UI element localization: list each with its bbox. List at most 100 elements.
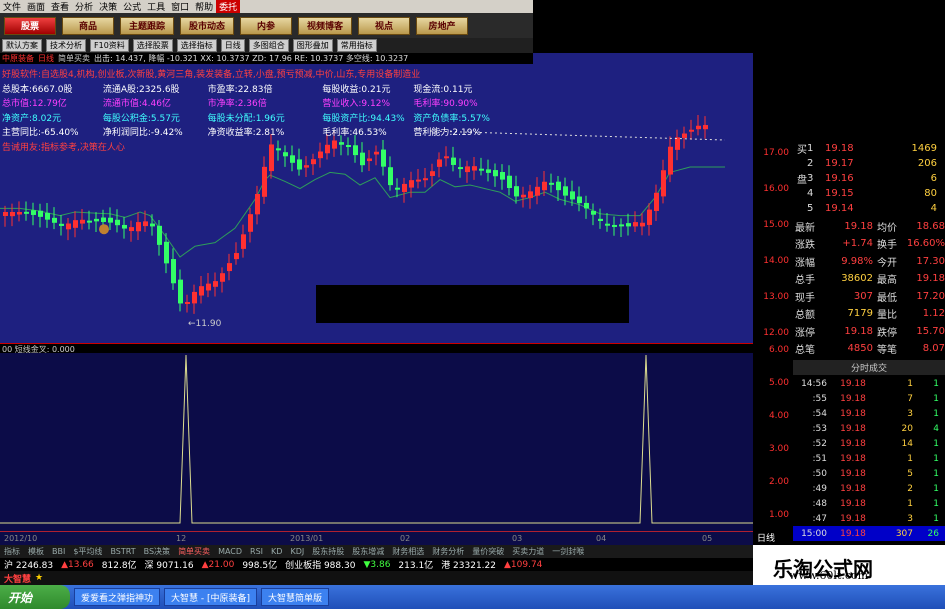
nav-bar: 股票 商品 主题跟踪 股市动态 内参 视频博客 视点 房地产 (0, 13, 533, 38)
index-item: 港 23321.22 (441, 561, 496, 571)
date-tick: 2012/10 (4, 534, 38, 543)
indicator-tick: 6.00 (768, 345, 789, 355)
nav-button-4[interactable]: 内参 (240, 16, 293, 35)
nav-button-3[interactable]: 股市动态 (180, 16, 235, 35)
indicator-chart[interactable] (0, 353, 753, 531)
indicator-tab[interactable]: RSI (250, 547, 263, 556)
book-volume: 6 (930, 172, 937, 184)
app-logo: 大智慧 (4, 574, 32, 585)
fundamentals-row: 主营同比:-65.40% 净利润同比:-9.42% 净资收益率:2.81% 毛利率:4… (2, 126, 532, 141)
menu-item-6[interactable]: 工具 (144, 0, 168, 13)
fundamentals-cell: 每股未分配:1.96元 (207, 113, 285, 124)
trade-time: :52 (812, 438, 827, 449)
indicator-tab[interactable]: 财务相选 (392, 546, 424, 557)
indicator-tab[interactable]: KDJ (290, 547, 304, 556)
nav-button-7[interactable]: 房地产 (416, 16, 469, 35)
indicator-tab[interactable]: 财务分析 (432, 546, 464, 557)
menu-item-7[interactable]: 窗口 (168, 0, 192, 13)
candle (591, 203, 596, 226)
book-level: 1 (807, 142, 814, 154)
menu-item-2[interactable]: 查看 (48, 0, 72, 13)
low-price-label: ←11.90 (188, 319, 222, 329)
candle (122, 216, 127, 239)
indicator-tab[interactable]: 量价突破 (472, 546, 504, 557)
indicator-tab[interactable]: BSTRT (110, 547, 135, 556)
nav-button-5[interactable]: 视频博客 (298, 16, 353, 35)
nav-button-2[interactable]: 主题跟踪 (120, 16, 175, 35)
book-volume: 206 (917, 157, 937, 169)
menu-item-1[interactable]: 画面 (24, 0, 48, 13)
trade-row: :48 19.18 1 1 (793, 496, 945, 511)
indicator-tab[interactable]: BBI (52, 547, 65, 556)
toolbar-button-5[interactable]: 日线 (220, 39, 245, 52)
toolbar-button-1[interactable]: 技术分析 (46, 39, 86, 52)
menu-item-0[interactable]: 文件 (0, 0, 24, 13)
indicator-tab[interactable]: 指标 (4, 546, 20, 557)
tool-bar: 默认方案 技术分析 F10资料 选择股票 选择指标 日线 多图组合 图形叠加 常用指标 (0, 38, 533, 53)
quote-panel: 买 1 19.18 1469 2 19.17 206 盘 3 19.16 6 4 19.15 80 5 19.… (793, 140, 945, 374)
indicator-tab[interactable]: 股东持股 (312, 546, 344, 557)
indicator-tab[interactable]: 一剑封喉 (552, 546, 584, 557)
stat-label: 涨幅 (795, 257, 815, 269)
index-item: ▲21.00 (201, 559, 235, 570)
trade-time: :48 (812, 498, 827, 509)
toolbar-button-3[interactable]: 选择股票 (132, 39, 173, 52)
stat-value: 17.20 (916, 290, 945, 302)
toolbar-button-0[interactable]: 默认方案 (2, 39, 42, 52)
fundamentals-cell: 市盈率:22.83倍 (207, 84, 273, 95)
quote-stat-row: 涨幅 9.98% 今开 17.30 (793, 253, 945, 269)
indicator-tab[interactable]: BS决策 (144, 546, 170, 557)
stat-value: 1.12 (922, 308, 945, 319)
menu-item-8[interactable]: 帮助 (192, 0, 216, 13)
stat-label: 现手 (795, 292, 815, 304)
menu-item-4[interactable]: 决策 (96, 0, 120, 13)
stat-value: 19.18 (916, 273, 945, 284)
index-item: 213.1亿 (398, 561, 434, 571)
candle (17, 201, 22, 222)
indicator-tab[interactable]: 模板 (28, 546, 44, 557)
book-price: 19.14 (825, 202, 854, 214)
indicator-tab[interactable]: $平均线 (73, 546, 102, 557)
toolbar-button-2[interactable]: F10资料 (90, 39, 129, 52)
trade-count: 1 (933, 468, 939, 479)
index-item: ▼3.86 (363, 559, 391, 570)
quote-stat-row: 现手 307 最低 17.20 (793, 288, 945, 304)
toolbar-button-4[interactable]: 选择指标 (176, 39, 217, 52)
indicator-tab[interactable]: MACD (218, 547, 242, 556)
candle (129, 220, 134, 242)
fundamentals-row: 总市值:12.79亿 流通市值:4.46亿 市净率:2.36倍 营业收入:9.12% 毛… (2, 97, 532, 112)
start-label: 开始 (8, 590, 33, 605)
trade-row: :54 19.18 3 1 (793, 406, 945, 421)
menu-item-9[interactable]: 委托 (216, 0, 241, 13)
trade-row: :49 19.18 2 1 (793, 481, 945, 496)
trade-price: 19.18 (840, 438, 866, 449)
stat-value: 9.98% (841, 255, 873, 267)
indicator-tab[interactable]: 股东增减 (352, 546, 384, 557)
indicator-tab[interactable]: KD (271, 547, 282, 556)
nav-button-1[interactable]: 商品 (62, 16, 114, 35)
candle (514, 175, 519, 204)
trade-count: 1 (933, 393, 939, 404)
toolbar-button-7[interactable]: 图形叠加 (292, 39, 333, 52)
start-button[interactable]: 开始 (0, 585, 70, 609)
menu-item-5[interactable]: 公式 (120, 0, 144, 13)
taskbar-window[interactable]: 爱爱看之弹指神功 (74, 588, 161, 606)
toolbar-button-8[interactable]: 常用指标 (336, 39, 377, 52)
stat-label: 最新 (795, 222, 815, 234)
index-item: 沪 2246.83 (4, 561, 54, 571)
indicator-tab[interactable]: 买卖力道 (512, 546, 544, 557)
toolbar-button-6[interactable]: 多图组合 (248, 39, 289, 52)
fundamentals-cell: 营利能力:2.19% (413, 128, 481, 138)
nav-button-0[interactable]: 股票 (4, 16, 56, 35)
trade-time: :51 (812, 453, 827, 464)
menu-item-3[interactable]: 分析 (72, 0, 96, 13)
trades-panel[interactable]: 分时成交 14:56 19.18 1 1:55 19.18 7 1:54 19.18 3 1:53 1… (793, 360, 945, 545)
candle (73, 211, 78, 238)
taskbar-window[interactable]: 大智慧 - [中原装备] (164, 588, 258, 606)
indicator-tab[interactable]: 简单买卖 (178, 546, 210, 557)
nav-button-6[interactable]: 视点 (358, 16, 411, 35)
stock-name: 中原装备 (2, 54, 34, 63)
watermark: 乐淘公式网 www.60lt.com (753, 545, 945, 585)
candle (703, 116, 708, 139)
taskbar-window[interactable]: 大智慧简单版 (261, 588, 330, 606)
